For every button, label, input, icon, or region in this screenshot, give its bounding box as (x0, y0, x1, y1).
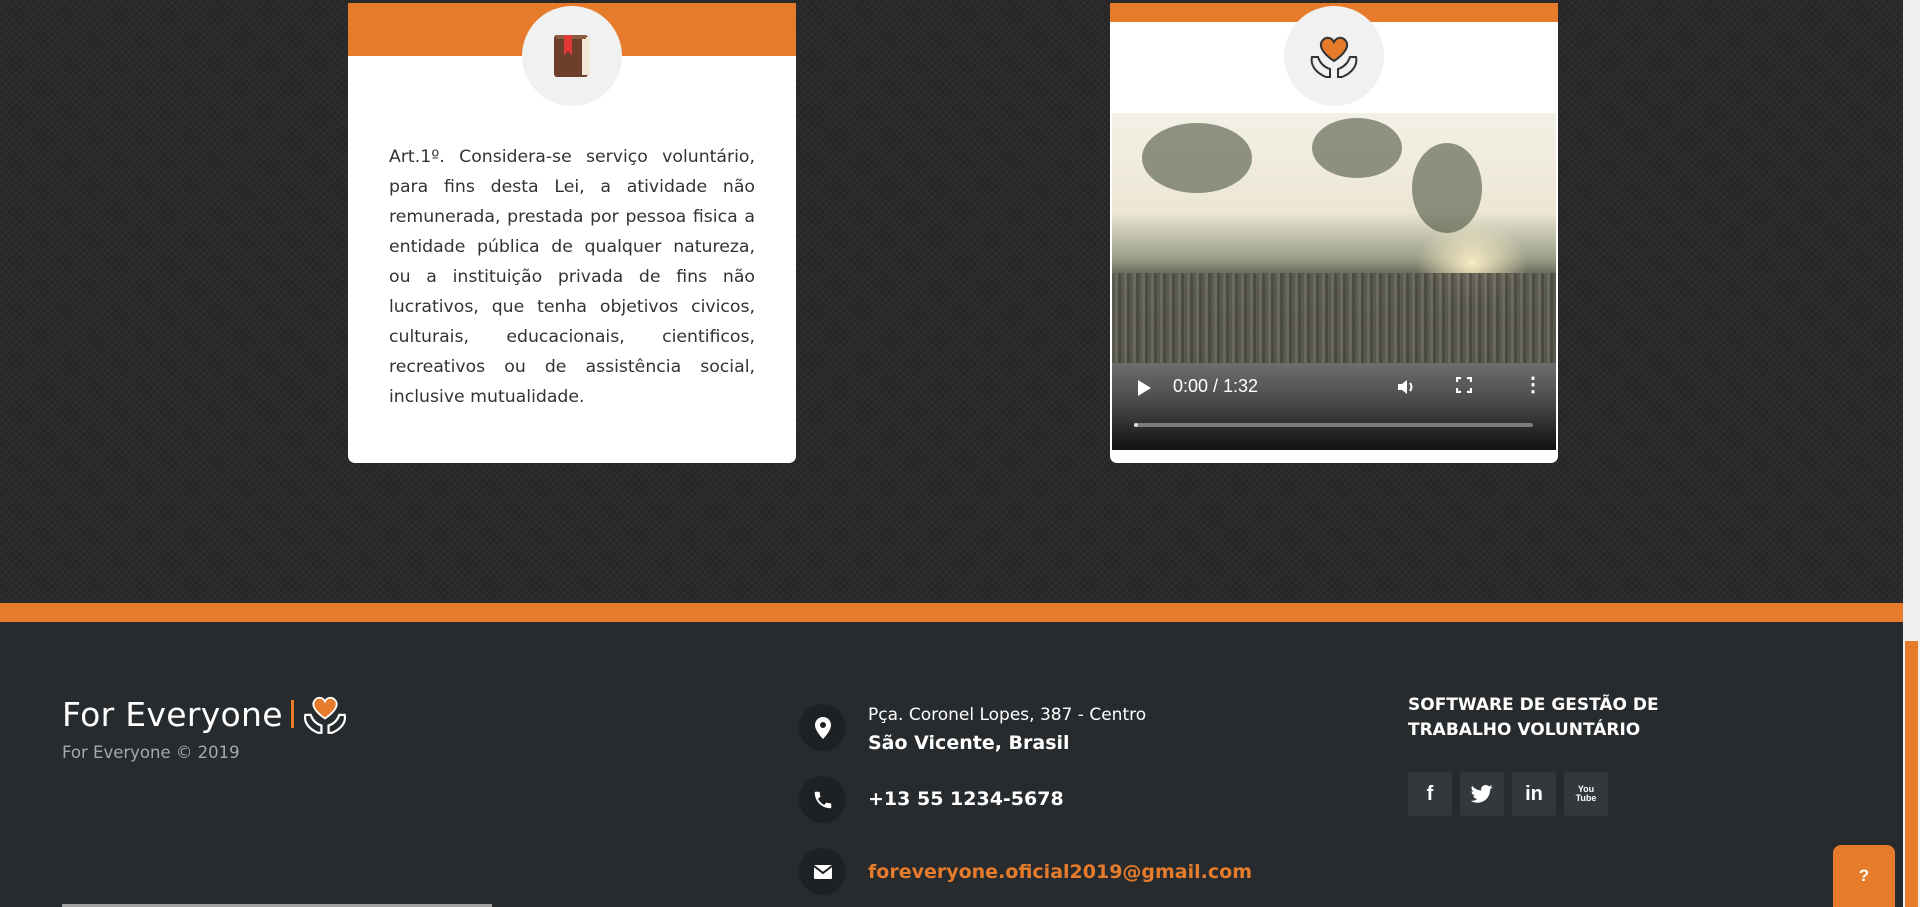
book-icon (554, 35, 590, 77)
footer-divider (0, 603, 1903, 622)
video-progress-bar[interactable] (1134, 423, 1533, 427)
email-link[interactable]: foreveryone.oficial2019@gmail.com (868, 861, 1252, 883)
address-street: Pça. Coronel Lopes, 387 - Centro (868, 705, 1147, 725)
youtube-label: You Tube (1575, 784, 1597, 803)
video-time: 0:00 / 1:32 (1173, 376, 1259, 396)
heart-hands-icon (1310, 36, 1358, 78)
play-icon[interactable] (1138, 380, 1151, 396)
envelope-icon (799, 848, 846, 895)
fullscreen-icon[interactable] (1456, 377, 1472, 393)
volume-icon[interactable] (1396, 377, 1416, 397)
youtube-icon[interactable]: You Tube (1564, 772, 1608, 816)
social-links: f in You Tube (1408, 772, 1608, 816)
brand-name: For Everyone (62, 694, 283, 734)
help-button[interactable]: ? (1833, 845, 1895, 907)
video-controls: 0:00 / 1:32 ⋮ (1112, 363, 1556, 450)
more-options-icon[interactable]: ⋮ (1523, 375, 1543, 395)
footer-brand: For Everyone (62, 691, 350, 737)
video-progress-fill (1134, 423, 1138, 427)
book-icon-circle (522, 6, 622, 106)
software-title: SOFTWARE DE GESTÃO DE TRABALHO VOLUNTÁRI… (1408, 695, 1659, 740)
heart-hands-logo-icon (303, 696, 346, 734)
video-card: 0:00 / 1:32 ⋮ (1110, 3, 1558, 463)
phone-icon (799, 776, 846, 823)
phone-number: +13 55 1234-5678 (868, 788, 1064, 810)
scrollbar-thumb[interactable] (1905, 641, 1918, 907)
linkedin-icon[interactable]: in (1512, 772, 1556, 816)
law-article-text: Art.1º. Considera-se serviço voluntário,… (389, 147, 755, 407)
twitter-icon[interactable] (1460, 772, 1504, 816)
content-section (0, 0, 1903, 603)
video-frame (1112, 113, 1556, 363)
video-player[interactable]: 0:00 / 1:32 ⋮ (1112, 113, 1556, 450)
brand-separator (290, 700, 294, 728)
address-city: São Vicente, Brasil (868, 732, 1070, 754)
heart-hands-icon-circle (1284, 6, 1384, 106)
facebook-icon[interactable]: f (1408, 772, 1452, 816)
footer: For Everyone For Everyone © 2019 Pça. Co… (0, 622, 1903, 907)
law-card: Art.1º. Considera-se serviço voluntário,… (348, 3, 796, 463)
location-icon (799, 704, 846, 751)
copyright-text: For Everyone © 2019 (62, 743, 240, 762)
